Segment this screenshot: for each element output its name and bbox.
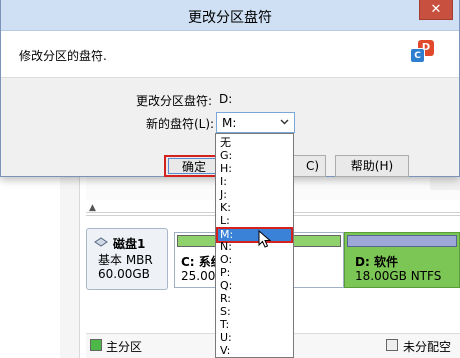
dialog-header: 修改分区的盘符. D C — [1, 31, 459, 78]
disk-type: 基本 MBR — [98, 253, 153, 267]
dropdown-option[interactable]: L: — [216, 214, 293, 227]
current-letter-label: 更改分区盘符: — [136, 94, 213, 108]
help-button-label: 帮助(H) — [350, 159, 394, 173]
dropdown-option[interactable]: G: — [216, 149, 293, 162]
legend-primary-swatch — [90, 339, 102, 351]
dialog-title: 更改分区盘符 — [188, 10, 272, 26]
new-letter-label: 新的盘符(L): — [146, 117, 215, 131]
dropdown-option[interactable]: R: — [216, 292, 293, 305]
dropdown-option[interactable]: P: — [216, 266, 293, 279]
partition-usage-bar — [347, 235, 457, 247]
ok-button[interactable]: 确定(O) — [164, 155, 220, 177]
sidebar-strip — [60, 170, 80, 358]
ok-button-label: 确定(O) — [168, 158, 216, 174]
drive-letter-dropdown-list[interactable]: 无 G: H: I: J: K: L: M: N: O: P: Q: R: S: T: U: V: — [215, 133, 294, 358]
disk-info-card[interactable]: 磁盘1 基本 MBR 60.00GB — [86, 228, 168, 290]
legend-unallocated-label: 未分配空 — [403, 340, 452, 354]
cancel-button-label: C) — [306, 159, 320, 173]
app-logo-icon: D C — [410, 40, 436, 66]
partition-name: D: 软件 — [355, 255, 398, 269]
dropdown-option[interactable]: H: — [216, 162, 293, 175]
dropdown-option[interactable]: Q: — [216, 279, 293, 292]
dropdown-option[interactable]: K: — [216, 201, 293, 214]
disk-icon — [94, 237, 108, 247]
disk-name: 磁盘1 — [113, 237, 146, 251]
legend-unallocated-swatch — [386, 339, 398, 351]
chevron-down-icon — [280, 119, 289, 125]
dropdown-option[interactable]: V: — [216, 344, 293, 357]
dropdown-option[interactable]: J: — [216, 188, 293, 201]
dropdown-option[interactable]: O: — [216, 253, 293, 266]
partition-size: 18.00GB NTFS — [355, 269, 442, 283]
current-letter-value: D: — [219, 92, 233, 106]
mouse-cursor-icon — [258, 230, 272, 248]
help-button[interactable]: 帮助(H) — [335, 155, 409, 177]
dropdown-option[interactable]: T: — [216, 318, 293, 331]
dialog-titlebar[interactable]: 更改分区盘符 ✕ — [1, 0, 459, 31]
dropdown-option[interactable]: I: — [216, 175, 293, 188]
dropdown-option[interactable]: N: — [216, 240, 293, 253]
dropdown-option[interactable]: S: — [216, 305, 293, 318]
dialog-description: 修改分区的盘符. — [19, 49, 107, 63]
disk-size: 60.00GB — [98, 267, 150, 281]
new-letter-selected-value: M: — [222, 116, 237, 130]
close-button[interactable]: ✕ — [419, 0, 453, 20]
close-icon: ✕ — [430, 2, 442, 17]
cancel-button[interactable]: C) — [293, 155, 326, 177]
logo-front-tile: C — [410, 48, 425, 63]
dropdown-option[interactable]: U: — [216, 331, 293, 344]
legend-primary-label: 主分区 — [106, 340, 143, 354]
partition-d[interactable]: D: 软件 18.00GB NTFS — [344, 232, 460, 288]
new-letter-select[interactable]: M: — [216, 112, 295, 133]
dropdown-option[interactable]: 无 — [216, 136, 293, 149]
